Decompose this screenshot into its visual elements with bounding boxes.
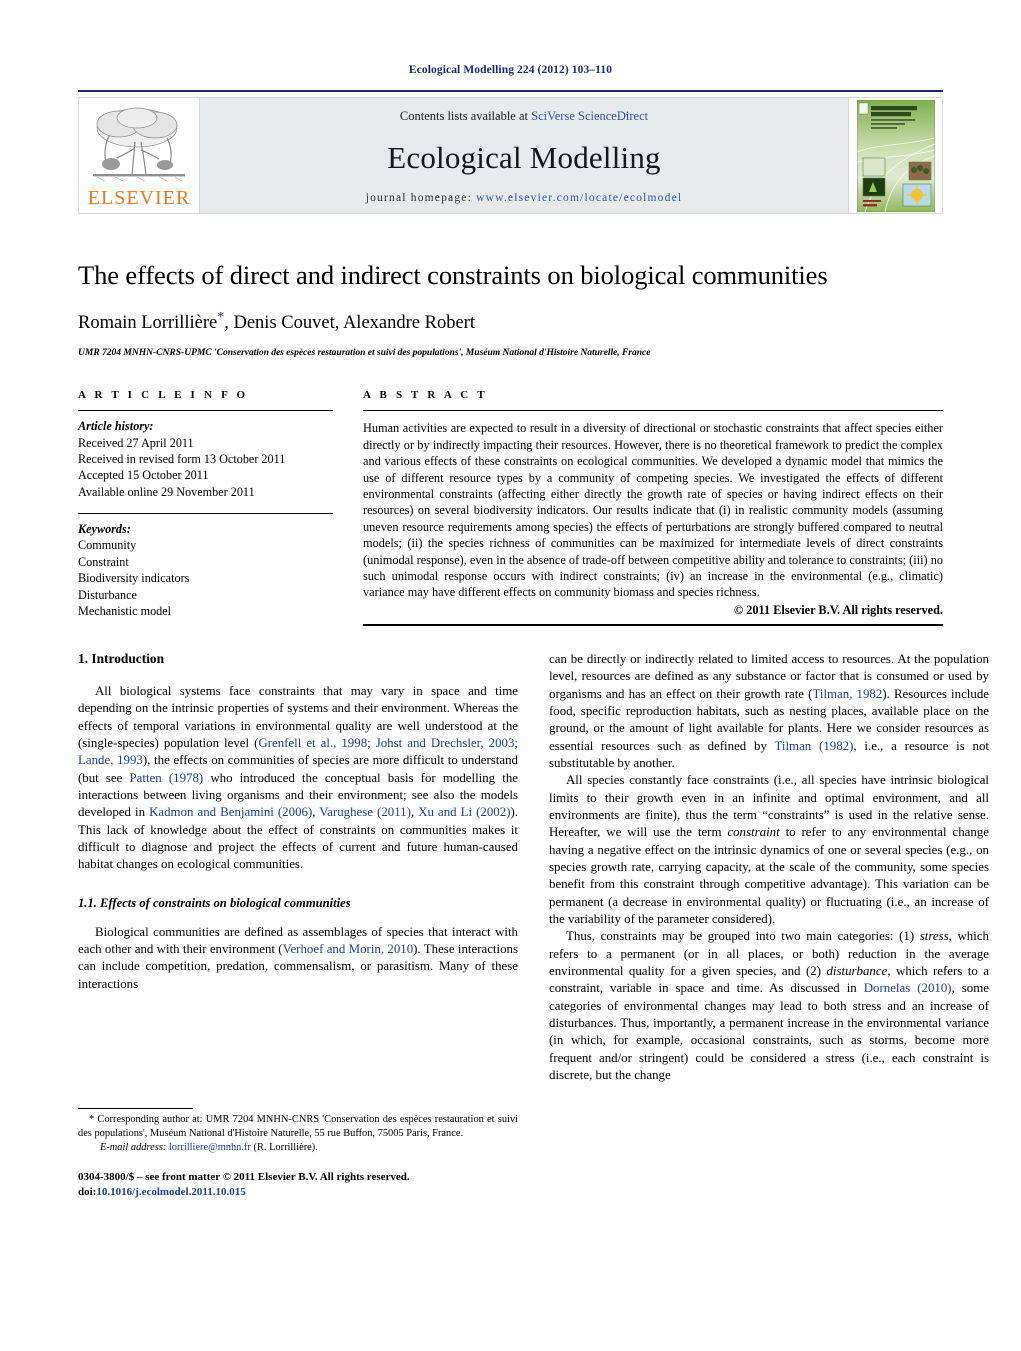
text-run: (R. Lorrillière).: [250, 1142, 318, 1154]
keyword-item: Community: [78, 538, 137, 553]
keyword-item: Mechanistic model: [78, 603, 172, 618]
author-list: Romain Lorrillière*, Denis Couvet, Alexa…: [78, 310, 943, 334]
citation-link[interactable]: Kadmon and Benjamini (2006): [149, 805, 312, 819]
text-run: 0304-3800/$ – see front matter © 2011 El…: [78, 1171, 410, 1184]
text-run: Thus, constraints may be grouped into tw…: [566, 929, 920, 944]
section-heading-1-1: 1.1. Effects of constraints on biologica…: [78, 895, 351, 910]
journal-cover-image: [856, 99, 935, 212]
journal-masthead: ELSEVIER Contents lists available at Sci…: [78, 90, 943, 214]
author-first: Romain Lorrillière: [78, 313, 218, 334]
emphasis-stress: stress: [919, 929, 949, 944]
journal-title: Ecological Modelling: [387, 140, 661, 175]
elsevier-logo: ELSEVIER: [78, 97, 200, 214]
citation-link[interactable]: Xu and Li (2002): [418, 805, 510, 819]
info-abstract-row: A R T I C L E I N F O Article history: R…: [78, 389, 943, 626]
citation-link[interactable]: Patten (1978): [130, 771, 204, 785]
email-link[interactable]: lorrilliere@mnhn.fr: [169, 1142, 251, 1153]
homepage-prefix: journal homepage:: [365, 192, 477, 204]
abstract-rule-bottom: [363, 623, 943, 626]
paragraph-constraints-definition: All species constantly face constraints …: [549, 772, 989, 928]
doi-link[interactable]: 10.1016/j.ecolmodel.2011.10.015: [96, 1186, 245, 1198]
email-label: E-mail address:: [100, 1142, 167, 1154]
footnote-corresponding-author: * Corresponding author at: UMR 7204 MNHN…: [78, 1113, 518, 1141]
citation-link[interactable]: Verhoef and Morin, 2010: [283, 942, 414, 956]
keywords-group: Keywords: Community Constraint Biodivers…: [78, 514, 333, 619]
article-info-heading: A R T I C L E I N F O: [78, 389, 249, 402]
sciencedirect-link[interactable]: SciVerse ScienceDirect: [531, 109, 648, 123]
abstract-copyright: © 2011 Elsevier B.V. All rights reserved…: [733, 602, 943, 617]
footnote-area: * Corresponding author at: UMR 7204 MNHN…: [78, 1107, 518, 1211]
citation-link[interactable]: Varughese (2011): [319, 805, 411, 819]
running-head: Ecological Modelling 224 (2012) 103–110: [408, 64, 613, 76]
body-column-right: can be directly or indirectly related to…: [549, 651, 989, 1211]
history-item: Received in revised form 13 October 2011: [78, 452, 286, 467]
page-title: The effects of direct and indirect const…: [78, 260, 828, 290]
author-rest: , Denis Couvet, Alexandre Robert: [224, 313, 475, 334]
keyword-item: Constraint: [78, 554, 129, 569]
text-run: Corresponding author at: UMR 7204 MNHN-C…: [78, 1113, 518, 1139]
paragraph-stress-disturbance: Thus, constraints may be grouped into tw…: [549, 928, 989, 1084]
abstract-text: Human activities are expected to result …: [363, 421, 943, 600]
citation-link[interactable]: Dornelas (2010): [864, 981, 952, 995]
keywords-label: Keywords:: [78, 522, 131, 537]
text-run: , some categories of environmental chang…: [549, 981, 989, 1083]
citation-link[interactable]: Tilman (1982): [774, 739, 853, 753]
issn-copyright-line: 0304-3800/$ – see front matter © 2011 El…: [78, 1170, 518, 1200]
paragraph-resources: can be directly or indirectly related to…: [549, 651, 989, 772]
emphasis-constraint: constraint: [727, 825, 780, 840]
footnote-email: E-mail address: lorrilliere@mnhn.fr (R. …: [78, 1141, 518, 1155]
article-history-label: Article history:: [78, 419, 154, 434]
body-columns: 1. Introduction All biological systems f…: [78, 651, 989, 1211]
section-heading-introduction: 1. Introduction: [78, 650, 165, 666]
contents-available-line: Contents lists available at SciVerse Sci…: [400, 109, 648, 124]
history-item: Received 27 April 2011: [78, 435, 194, 450]
abstract-column: A B S T R A C T Human activities are exp…: [363, 389, 943, 626]
history-item: Available online 29 November 2011: [78, 484, 255, 499]
text-run: to refer to any environmental change hav…: [549, 825, 989, 927]
history-item: Accepted 15 October 2011: [78, 468, 209, 483]
homepage-url-link[interactable]: www.elsevier.com/locate/ecolmodel: [476, 192, 682, 204]
article-page: Ecological Modelling 224 (2012) 103–110: [0, 0, 1021, 1351]
doi-label: doi:: [78, 1186, 97, 1199]
journal-cover-thumbnail[interactable]: [848, 97, 943, 214]
affiliation: UMR 7204 MNHN-CNRS-UPMC 'Conservation de…: [78, 347, 651, 359]
article-info-column: A R T I C L E I N F O Article history: R…: [78, 389, 333, 625]
body-column-left: 1. Introduction All biological systems f…: [78, 651, 518, 1211]
keyword-item: Biodiversity indicators: [78, 571, 190, 586]
journal-homepage-line: journal homepage: www.elsevier.com/locat…: [366, 192, 683, 204]
citation-link[interactable]: Tilman, 1982: [812, 687, 882, 701]
elsevier-wordmark: ELSEVIER: [87, 187, 191, 209]
article-history-group: Article history: Received 27 April 2011 …: [78, 411, 333, 500]
keyword-item: Disturbance: [78, 587, 137, 602]
masthead-center: Contents lists available at SciVerse Sci…: [200, 97, 848, 214]
emphasis-disturbance: disturbance: [826, 964, 888, 979]
paragraph-intro: All biological systems face constraints …: [78, 683, 518, 874]
abstract-heading: A B S T R A C T: [363, 389, 488, 402]
footnote-divider: [78, 1107, 193, 1109]
elsevier-tree-icon: [93, 107, 185, 182]
paragraph-communities: Biological communities are defined as as…: [78, 924, 518, 993]
contents-prefix: Contents lists available at: [399, 109, 532, 123]
